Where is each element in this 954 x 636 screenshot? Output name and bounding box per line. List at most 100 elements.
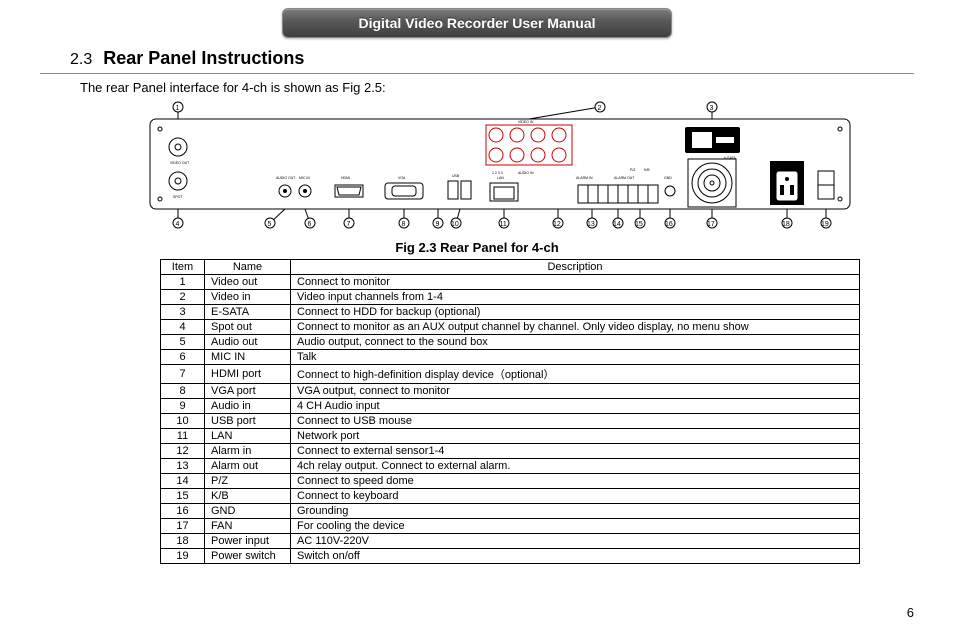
label-hdmi: HDMI — [341, 176, 350, 180]
cell-desc: Connect to monitor — [291, 275, 860, 290]
cell-desc: Audio output, connect to the sound box — [291, 335, 860, 350]
table-row: 10USB portConnect to USB mouse — [161, 414, 860, 429]
cell-name: LAN — [205, 429, 291, 444]
label-pz: P/Z — [630, 168, 636, 172]
label-gnd: GND — [664, 176, 672, 180]
cell-name: Audio out — [205, 335, 291, 350]
callout-15: 15 — [635, 221, 643, 228]
cell-desc: VGA output, connect to monitor — [291, 384, 860, 399]
label-audio-in: AUDIO IN — [518, 171, 534, 175]
table-row: 15K/BConnect to keyboard — [161, 489, 860, 504]
table-row: 12Alarm inConnect to external sensor1-4 — [161, 444, 860, 459]
section-number: 2.3 — [70, 51, 92, 68]
table-row: 8VGA portVGA output, connect to monitor — [161, 384, 860, 399]
cell-name: E-SATA — [205, 305, 291, 320]
callout-6: 6 — [308, 221, 312, 228]
table-row: 16GNDGrounding — [161, 504, 860, 519]
ports-table: Item Name Description 1Video outConnect … — [160, 259, 860, 564]
table-row: 2Video inVideo input channels from 1-4 — [161, 290, 860, 305]
label-kb: K/B — [644, 168, 650, 172]
label-video-in: VIDEO IN — [518, 120, 534, 124]
cell-desc: 4 CH Audio input — [291, 399, 860, 414]
callout-18: 18 — [782, 221, 790, 228]
table-row: 4Spot outConnect to monitor as an AUX ou… — [161, 320, 860, 335]
cell-name: Alarm out — [205, 459, 291, 474]
cell-name: Alarm in — [205, 444, 291, 459]
table-row: 1Video outConnect to monitor — [161, 275, 860, 290]
cell-desc: AC 110V-220V — [291, 534, 860, 549]
table-row: 11LANNetwork port — [161, 429, 860, 444]
cell-item: 19 — [161, 549, 205, 564]
callout-4: 4 — [176, 221, 180, 228]
cell-name: Power switch — [205, 549, 291, 564]
table-row: 6MIC INTalk — [161, 350, 860, 365]
callout-9: 9 — [436, 221, 440, 228]
callout-16: 16 — [665, 221, 673, 228]
cell-name: Power input — [205, 534, 291, 549]
cell-item: 10 — [161, 414, 205, 429]
table-header-row: Item Name Description — [161, 260, 860, 275]
table-row: 14P/ZConnect to speed dome — [161, 474, 860, 489]
label-lan: LAN — [497, 176, 504, 180]
cell-desc: Connect to external sensor1-4 — [291, 444, 860, 459]
cell-name: GND — [205, 504, 291, 519]
cell-desc: Connect to speed dome — [291, 474, 860, 489]
callout-17: 17 — [707, 221, 715, 228]
cell-name: USB port — [205, 414, 291, 429]
cell-name: P/Z — [205, 474, 291, 489]
label-vga: VGA — [398, 176, 406, 180]
cell-item: 3 — [161, 305, 205, 320]
cell-name: FAN — [205, 519, 291, 534]
cell-item: 6 — [161, 350, 205, 365]
table-row: 17FANFor cooling the device — [161, 519, 860, 534]
cell-name: Video in — [205, 290, 291, 305]
cell-item: 18 — [161, 534, 205, 549]
table-row: 5Audio outAudio output, connect to the s… — [161, 335, 860, 350]
th-desc: Description — [291, 260, 860, 275]
callout-14: 14 — [613, 221, 621, 228]
label-nums: 1 2 3 4 — [492, 171, 503, 175]
figure-caption: Fig 2.3 Rear Panel for 4-ch — [40, 240, 914, 255]
cell-desc: Connect to high-definition display devic… — [291, 365, 860, 384]
table-row: 3E-SATAConnect to HDD for backup (option… — [161, 305, 860, 320]
cell-desc: Connect to USB mouse — [291, 414, 860, 429]
header-badge: Digital Video Recorder User Manual — [282, 8, 672, 38]
label-mic-in: MIC IN — [299, 176, 310, 180]
cell-desc: 4ch relay output. Connect to external al… — [291, 459, 860, 474]
callout-13: 13 — [587, 221, 595, 228]
cell-desc: Grounding — [291, 504, 860, 519]
cell-desc: For cooling the device — [291, 519, 860, 534]
table-row: 9Audio in4 CH Audio input — [161, 399, 860, 414]
cell-name: MIC IN — [205, 350, 291, 365]
cell-item: 1 — [161, 275, 205, 290]
cell-name: Video out — [205, 275, 291, 290]
cell-item: 5 — [161, 335, 205, 350]
callout-7: 7 — [347, 221, 351, 228]
label-video-out: VIDEO OUT — [170, 161, 190, 165]
callout-19: 19 — [821, 221, 829, 228]
cell-item: 4 — [161, 320, 205, 335]
intro-text: The rear Panel interface for 4-ch is sho… — [80, 80, 914, 95]
cell-item: 13 — [161, 459, 205, 474]
label-usb: USB — [452, 174, 460, 178]
callout-11: 11 — [500, 221, 507, 228]
th-name: Name — [205, 260, 291, 275]
cell-desc: Switch on/off — [291, 549, 860, 564]
table-row: 7HDMI portConnect to high-definition dis… — [161, 365, 860, 384]
cell-desc: Video input channels from 1-4 — [291, 290, 860, 305]
callout-3: 3 — [710, 105, 714, 112]
cell-name: VGA port — [205, 384, 291, 399]
cell-desc: Network port — [291, 429, 860, 444]
table-row: 13Alarm out4ch relay output. Connect to … — [161, 459, 860, 474]
page-number: 6 — [907, 605, 914, 620]
cell-name: Audio in — [205, 399, 291, 414]
rear-panel-diagram: VIDEO OUT SPOT e-SATA VIDEO IN AUDIO IN … — [140, 101, 860, 236]
cell-name: K/B — [205, 489, 291, 504]
cell-item: 8 — [161, 384, 205, 399]
cell-item: 9 — [161, 399, 205, 414]
callout-12: 12 — [553, 221, 561, 228]
label-alarm-in: ALARM IN — [576, 176, 593, 180]
cell-item: 11 — [161, 429, 205, 444]
callout-10: 10 — [451, 221, 459, 228]
cell-item: 16 — [161, 504, 205, 519]
